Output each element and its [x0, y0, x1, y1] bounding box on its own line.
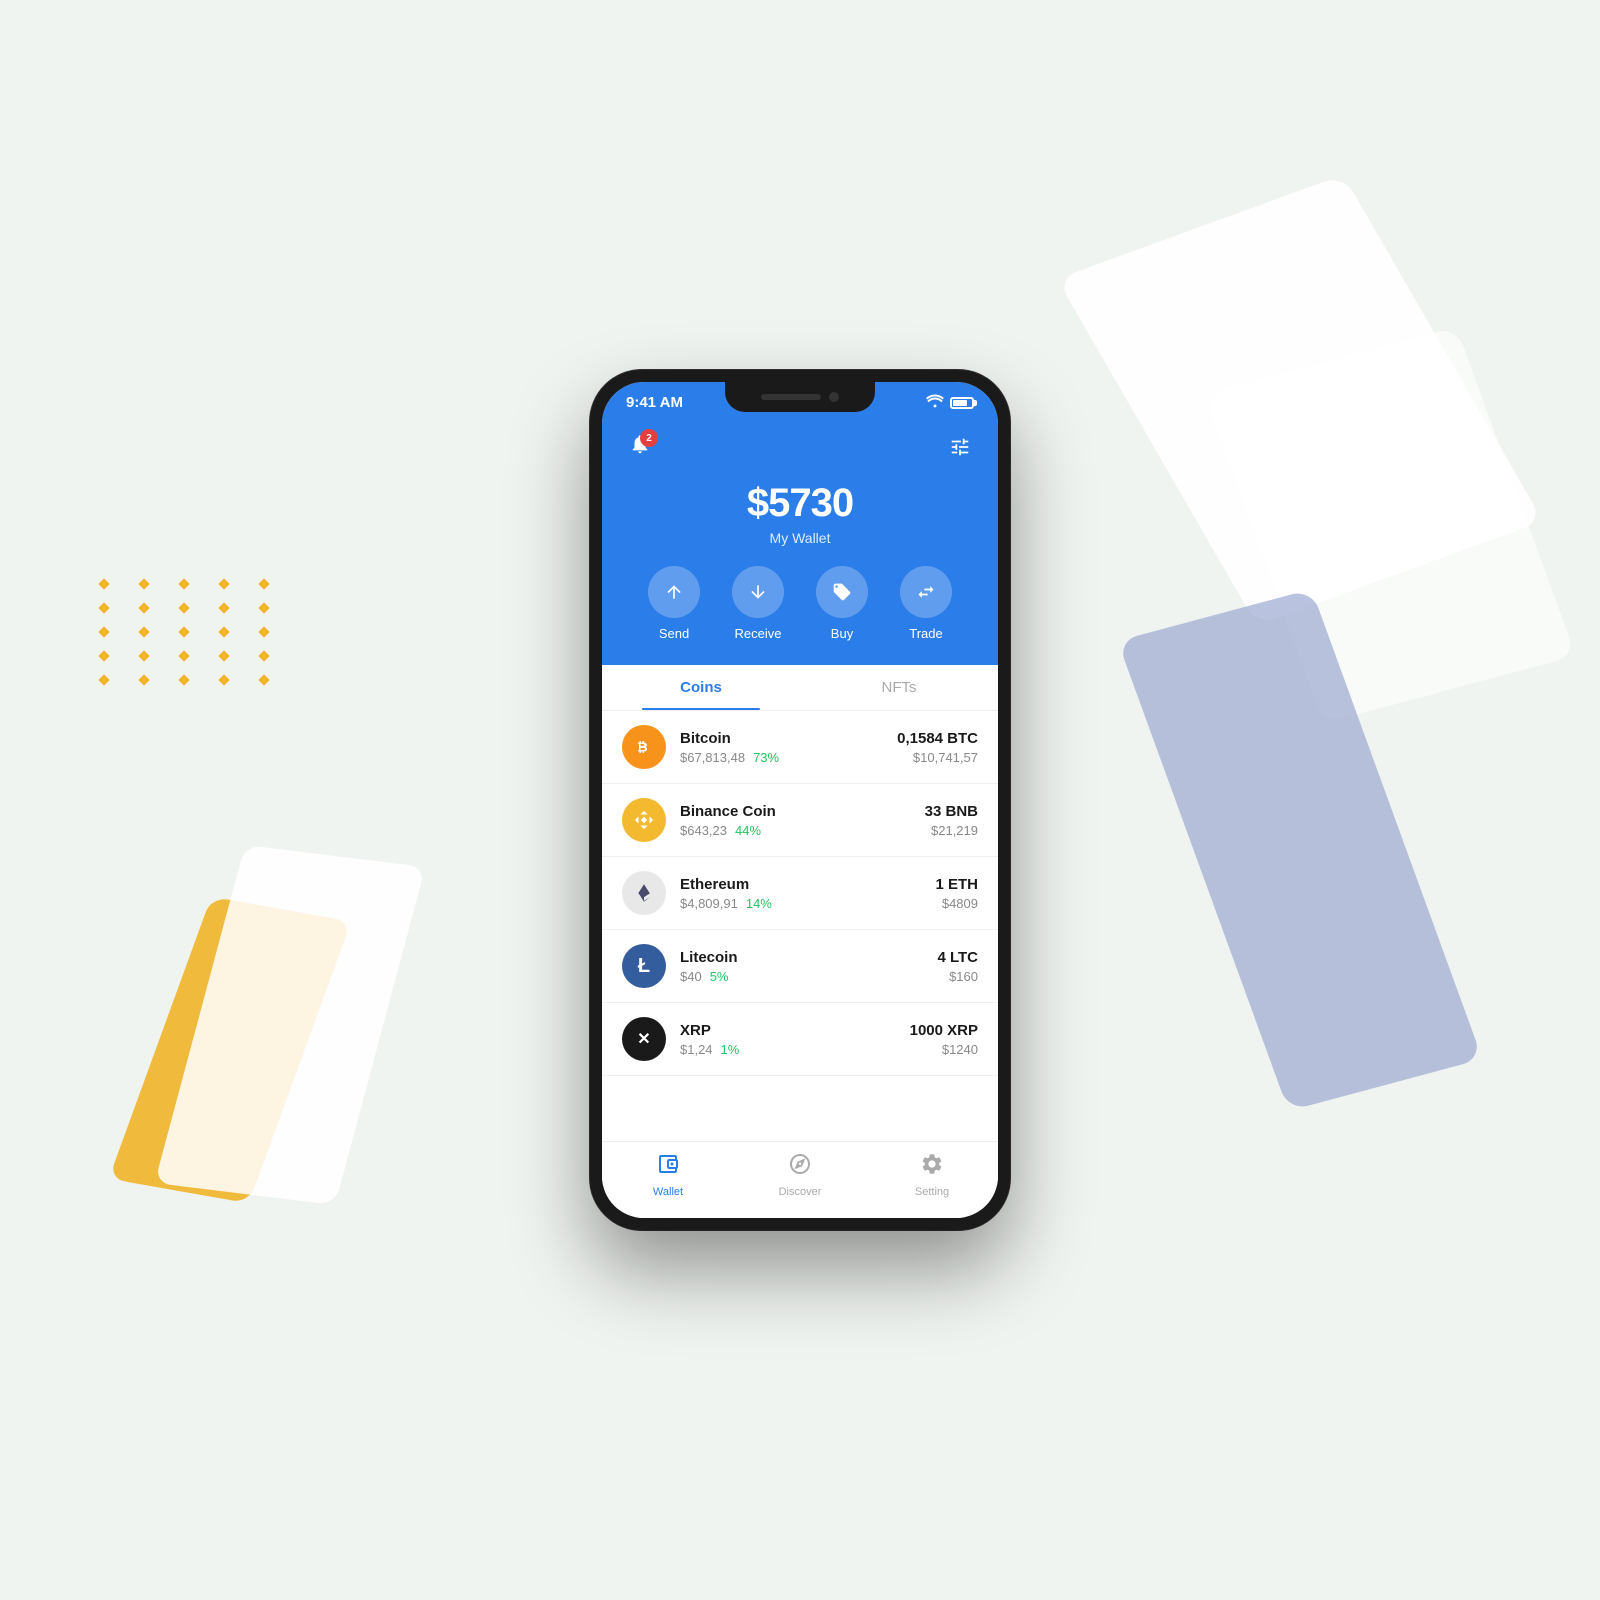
coin-item-xrp[interactable]: ✕ XRP $1,24 1% 1000 XRP $1240 — [602, 1003, 998, 1076]
coin-item-ltc[interactable]: Ł Litecoin $40 5% 4 LTC $160 — [602, 930, 998, 1003]
ltc-price: $40 — [680, 969, 702, 984]
ltc-change: 5% — [710, 969, 729, 984]
btc-name: Bitcoin — [680, 730, 897, 747]
xrp-name: XRP — [680, 1022, 910, 1039]
wallet-nav-icon — [656, 1152, 680, 1182]
trade-action[interactable]: Trade — [900, 566, 952, 641]
btc-value: $10,741,57 — [897, 750, 978, 765]
bottom-navigation: Wallet Discover — [602, 1141, 998, 1218]
setting-nav-label: Setting — [915, 1186, 949, 1198]
wallet-header: 2 $5730 My Wallet — [602, 419, 998, 665]
phone-notch — [725, 382, 875, 412]
trade-label: Trade — [909, 626, 942, 641]
btc-info: Bitcoin $67,813,48 73% — [680, 730, 897, 765]
xrp-value: $1240 — [910, 1042, 978, 1057]
balance-section: $5730 My Wallet — [622, 481, 978, 546]
xrp-info: XRP $1,24 1% — [680, 1022, 910, 1057]
eth-name: Ethereum — [680, 876, 935, 893]
eth-logo — [622, 871, 666, 915]
btc-logo — [622, 725, 666, 769]
eth-value: $4809 — [935, 896, 978, 911]
phone-mockup: 9:41 AM — [590, 370, 1010, 1230]
bnb-amount: 33 BNB — [925, 803, 978, 820]
btc-price-row: $67,813,48 73% — [680, 750, 897, 765]
ltc-amount: 4 LTC — [937, 949, 978, 966]
eth-holdings: 1 ETH $4809 — [935, 876, 978, 911]
nav-wallet[interactable]: Wallet — [602, 1152, 734, 1198]
send-action[interactable]: Send — [648, 566, 700, 641]
btc-change: 73% — [753, 750, 779, 765]
coin-item-eth[interactable]: Ethereum $4,809,91 14% 1 ETH $4809 — [602, 857, 998, 930]
buy-label: Buy — [831, 626, 853, 641]
battery-icon — [950, 397, 974, 409]
receive-label: Receive — [735, 626, 782, 641]
bnb-price: $643,23 — [680, 823, 727, 838]
eth-price-row: $4,809,91 14% — [680, 896, 935, 911]
nav-discover[interactable]: Discover — [734, 1152, 866, 1198]
phone-screen: 9:41 AM — [602, 382, 998, 1218]
coin-item-btc[interactable]: Bitcoin $67,813,48 73% 0,1584 BTC $10,74… — [602, 711, 998, 784]
buy-icon-circle — [816, 566, 868, 618]
bnb-logo — [622, 798, 666, 842]
action-buttons: Send Receive — [622, 566, 978, 641]
send-label: Send — [659, 626, 689, 641]
content-tabs: Coins NFTs — [602, 665, 998, 711]
balance-amount: $5730 — [622, 481, 978, 526]
eth-price: $4,809,91 — [680, 896, 738, 911]
bnb-name: Binance Coin — [680, 803, 925, 820]
speaker — [761, 394, 821, 400]
settings-button[interactable] — [942, 429, 978, 465]
bnb-change: 44% — [735, 823, 761, 838]
xrp-change: 1% — [721, 1042, 740, 1057]
discover-nav-label: Discover — [779, 1186, 822, 1198]
coin-item-bnb[interactable]: Binance Coin $643,23 44% 33 BNB $21,219 — [602, 784, 998, 857]
setting-nav-icon — [920, 1152, 944, 1182]
xrp-price-row: $1,24 1% — [680, 1042, 910, 1057]
status-icons — [926, 394, 974, 411]
xrp-holdings: 1000 XRP $1240 — [910, 1022, 978, 1057]
receive-icon-circle — [732, 566, 784, 618]
phone-frame: 9:41 AM — [590, 370, 1010, 1230]
battery-fill — [953, 400, 967, 406]
discover-nav-icon — [788, 1152, 812, 1182]
bnb-value: $21,219 — [925, 823, 978, 838]
trade-icon-circle — [900, 566, 952, 618]
bnb-info: Binance Coin $643,23 44% — [680, 803, 925, 838]
coin-list: Bitcoin $67,813,48 73% 0,1584 BTC $10,74… — [602, 711, 998, 1141]
xrp-logo: ✕ — [622, 1017, 666, 1061]
decorative-dots — [100, 580, 284, 684]
ltc-value: $160 — [937, 969, 978, 984]
status-time: 9:41 AM — [626, 394, 683, 411]
balance-label: My Wallet — [622, 530, 978, 546]
xrp-amount: 1000 XRP — [910, 1022, 978, 1039]
eth-amount: 1 ETH — [935, 876, 978, 893]
receive-action[interactable]: Receive — [732, 566, 784, 641]
tab-coins[interactable]: Coins — [602, 665, 800, 710]
ltc-price-row: $40 5% — [680, 969, 937, 984]
notification-button[interactable]: 2 — [622, 429, 658, 465]
wallet-nav-label: Wallet — [653, 1186, 683, 1198]
ltc-info: Litecoin $40 5% — [680, 949, 937, 984]
nav-setting[interactable]: Setting — [866, 1152, 998, 1198]
camera — [829, 392, 839, 402]
bnb-price-row: $643,23 44% — [680, 823, 925, 838]
btc-amount: 0,1584 BTC — [897, 730, 978, 747]
btc-holdings: 0,1584 BTC $10,741,57 — [897, 730, 978, 765]
eth-info: Ethereum $4,809,91 14% — [680, 876, 935, 911]
ltc-name: Litecoin — [680, 949, 937, 966]
ltc-holdings: 4 LTC $160 — [937, 949, 978, 984]
notification-badge: 2 — [640, 429, 658, 447]
ltc-logo: Ł — [622, 944, 666, 988]
buy-action[interactable]: Buy — [816, 566, 868, 641]
eth-change: 14% — [746, 896, 772, 911]
wifi-icon — [926, 394, 944, 411]
tab-nfts[interactable]: NFTs — [800, 665, 998, 710]
header-top: 2 — [622, 429, 978, 465]
send-icon-circle — [648, 566, 700, 618]
xrp-price: $1,24 — [680, 1042, 713, 1057]
btc-price: $67,813,48 — [680, 750, 745, 765]
bnb-holdings: 33 BNB $21,219 — [925, 803, 978, 838]
